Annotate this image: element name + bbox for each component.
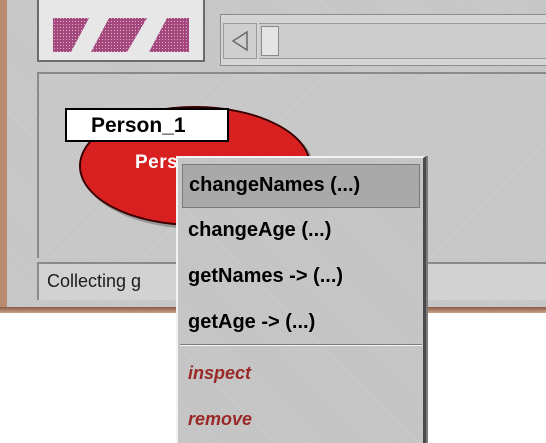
scrollbar-thumb[interactable]: [261, 26, 279, 56]
menu-item-change-age[interactable]: changeAge (...): [182, 210, 420, 254]
screen: Pers Person_1 Collecting g changeNames (…: [0, 0, 546, 443]
menu-item-remove[interactable]: remove: [182, 400, 420, 443]
object-type-label: Pers: [135, 152, 179, 173]
menu-separator: [180, 344, 422, 346]
object-context-menu: changeNames (...) changeAge (...) getNam…: [176, 156, 426, 443]
menu-item-inspect[interactable]: inspect: [182, 354, 420, 398]
menu-item-get-names[interactable]: getNames -> (...): [182, 256, 420, 300]
status-text: Collecting g: [47, 271, 142, 291]
horizontal-scrollbar[interactable]: [220, 14, 546, 66]
menu-item-change-names[interactable]: changeNames (...): [182, 164, 420, 208]
menu-item-get-age[interactable]: getAge -> (...): [182, 302, 420, 346]
scroll-left-arrow-icon[interactable]: [223, 23, 257, 59]
object-name-label: Person_1: [65, 108, 229, 142]
striped-pattern-icon[interactable]: [37, 0, 205, 62]
scrollbar-track[interactable]: [259, 23, 546, 59]
